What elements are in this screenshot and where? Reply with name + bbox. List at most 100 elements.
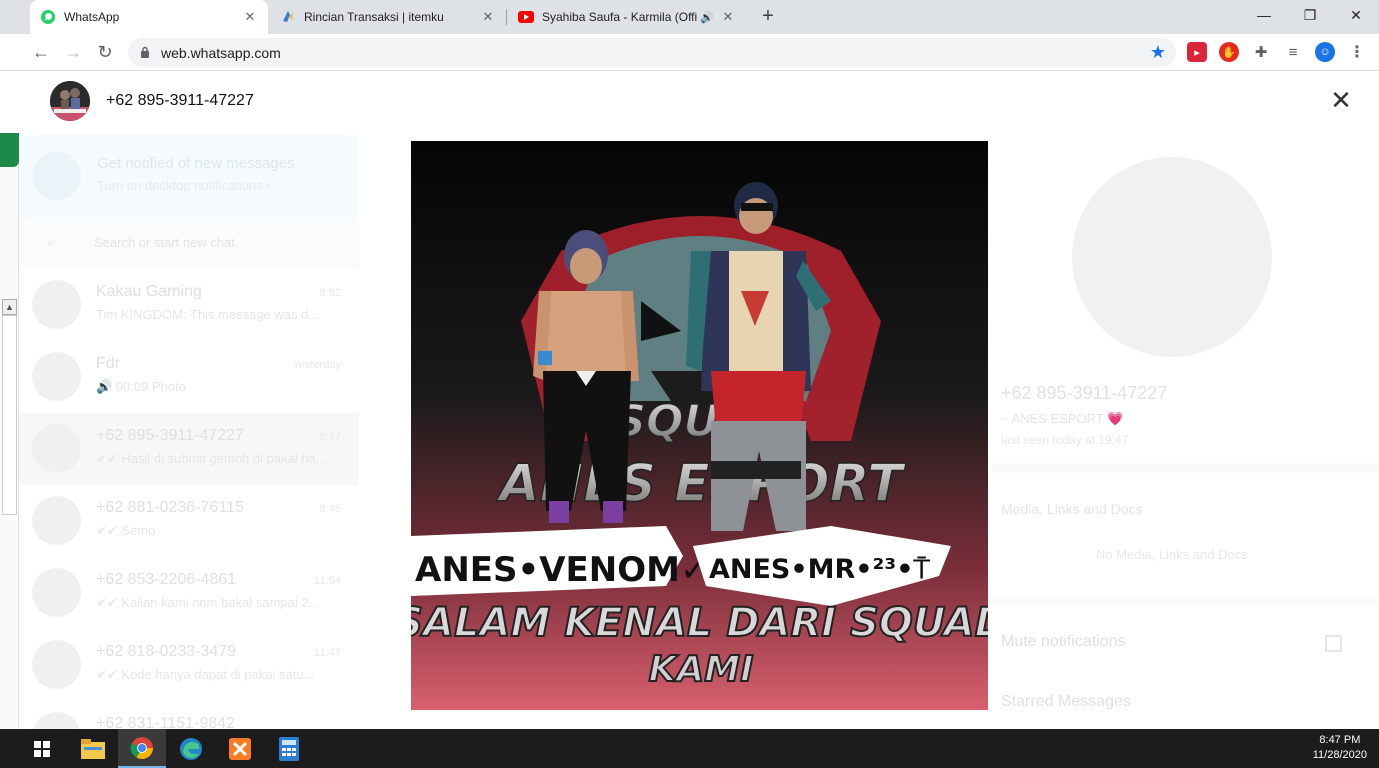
avatar <box>32 352 81 401</box>
chat-list-item[interactable]: +62 881-0236-76115 8:45 ✔✔ Semo <box>19 485 359 557</box>
contact-about: ~ ANES ESPORT 💗 <box>1001 411 1124 426</box>
chat-list-item[interactable]: +62 818-0233-3479 11:47 ✔✔ Kode hanya da… <box>19 629 359 701</box>
tab-close-icon[interactable]: ✕ <box>242 9 258 25</box>
file-explorer-icon[interactable] <box>69 729 117 768</box>
mute-notifications-label: Mute notifications <box>1001 633 1126 650</box>
video-ext-icon[interactable]: ▸ <box>1187 42 1207 62</box>
chat-preview: ✔✔ Kode hanya dapat di pakai satu... <box>96 667 315 682</box>
no-media-text: No Media, Links and Docs <box>1096 547 1248 562</box>
minimize-button[interactable]: — <box>1241 0 1287 30</box>
chat-name: +62 818-0233-3479 <box>96 643 237 660</box>
chat-list-item[interactable]: Fdr Yesterday 🔊 00:09 Photo <box>19 341 359 413</box>
lock-icon <box>141 46 149 58</box>
chat-name: Fdr <box>96 355 120 372</box>
search-placeholder: Search or start new chat <box>94 235 235 250</box>
poster-footer-line1: SALAM KENAL DARI SQUAD <box>411 600 988 646</box>
contact-info-panel: +62 895-3911-47227 ~ ANES ESPORT 💗 last … <box>991 135 1379 729</box>
restore-button[interactable]: ❐ <box>1287 0 1333 30</box>
last-seen: last seen today at 19:47 <box>1001 433 1129 447</box>
system-clock[interactable]: 8:47 PM 11/28/2020 <box>1313 733 1367 763</box>
search-icon: ⌕ <box>47 233 55 249</box>
xampp-icon[interactable] <box>216 729 264 768</box>
left-app-strip: ▲ <box>0 71 19 729</box>
scrollbar-track[interactable] <box>2 315 17 515</box>
chat-preview: ✔✔ Kalian kami nnm bakal sampai 2... <box>96 595 320 610</box>
bookmark-star-icon[interactable]: ★ <box>1150 42 1166 63</box>
avatar <box>32 280 81 329</box>
tab-separator <box>506 9 507 25</box>
windows-start-icon[interactable] <box>18 729 66 768</box>
clock-time: 8:47 PM <box>1319 734 1361 746</box>
notification-title: Get notified of new messages <box>97 155 295 172</box>
chat-list-item[interactable]: +62 831-1151-9842 <box>19 701 359 729</box>
chat-name: +62 895-3911-47227 <box>96 427 244 444</box>
browser-toolbar: ← → ↻ web.whatsapp.com ★ ▸ ✋ ✚ ≡ ☺ ⋮ <box>0 34 1379 71</box>
address-bar[interactable]: web.whatsapp.com ★ <box>128 38 1176 67</box>
media-viewer-header: +62 895-3911-47227 ✕ <box>0 71 1379 133</box>
chat-name: +62 831-1151-9842 <box>96 715 235 729</box>
chat-search[interactable]: ⌕ Search or start new chat <box>19 219 359 269</box>
calculator-icon[interactable] <box>265 729 313 768</box>
chat-name: +62 853-2206-4861 <box>96 571 237 588</box>
contact-avatar[interactable] <box>50 81 90 121</box>
reload-icon[interactable]: ↻ <box>92 39 118 65</box>
forward-arrow-icon[interactable]: → <box>60 39 86 65</box>
mute-checkbox[interactable] <box>1325 635 1342 652</box>
avatar <box>32 712 81 729</box>
back-arrow-icon[interactable]: ← <box>28 39 54 65</box>
chat-list-item-selected[interactable]: +62 895-3911-47227 8:47 ✔✔ Hasil di subm… <box>19 413 359 485</box>
divider <box>991 597 1379 607</box>
profile-avatar[interactable]: ☺ <box>1315 42 1335 62</box>
tab-close-icon[interactable]: ✕ <box>480 9 496 25</box>
poster-footer-line2: KAMI <box>649 649 754 690</box>
chat-preview: ✔✔ Semo <box>96 523 156 538</box>
window-close-button[interactable]: ✕ <box>1333 0 1379 30</box>
whatsapp-icon <box>40 9 56 25</box>
speaker-icon[interactable]: 🔊 <box>700 11 714 24</box>
chat-list-item[interactable]: +62 853-2206-4861 11:54 ✔✔ Kalian kami n… <box>19 557 359 629</box>
avatar <box>32 424 81 473</box>
adblock-icon[interactable]: ✋ <box>1219 42 1239 62</box>
bell-icon <box>33 152 81 200</box>
chat-preview: 🔊 00:09 Photo <box>96 379 186 394</box>
notification-banner[interactable]: Get notified of new messages Turn on des… <box>19 135 359 219</box>
itemku-icon <box>280 9 296 25</box>
chat-time: 8:47 <box>319 431 341 443</box>
tab-youtube[interactable]: Syahiba Saufa - Karmila (Offi 🔊 ✕ <box>508 0 746 34</box>
tab-title: WhatsApp <box>64 10 120 24</box>
windows-taskbar: 8:47 PM 11/28/2020 <box>0 729 1379 768</box>
chat-list-item[interactable]: Kakau Gaming 8:52 Tim KINGDOM: This mess… <box>19 269 359 341</box>
media-links-docs[interactable]: Media, Links and Docs <box>1001 501 1143 517</box>
scroll-up-button[interactable]: ▲ <box>2 299 17 315</box>
chat-time: 8:45 <box>319 503 341 515</box>
divider <box>991 463 1379 473</box>
edge-icon[interactable] <box>167 729 215 768</box>
tab-close-icon[interactable]: ✕ <box>720 9 736 25</box>
chat-preview: Tim KINGDOM: This message was d... <box>96 307 320 322</box>
new-tab-button[interactable]: + <box>757 5 779 27</box>
tab-title: Syahiba Saufa - Karmila (Offi <box>542 10 698 24</box>
player-name-left: ANES•VENOM✓ <box>415 550 708 590</box>
chat-time: 11:47 <box>314 647 341 659</box>
media-image[interactable]: SQUAD ANES ESPORT ANES•VENOM✓ ANES•MR•²³… <box>411 141 988 710</box>
extensions-puzzle-icon[interactable]: ✚ <box>1251 42 1271 62</box>
close-icon[interactable]: ✕ <box>1328 87 1354 113</box>
menu-kebab-icon[interactable]: ⋮ <box>1347 42 1367 62</box>
contact-number: +62 895-3911-47227 <box>106 92 254 109</box>
contact-profile-photo[interactable] <box>1072 157 1272 357</box>
chat-preview: ✔✔ Hasil di submit gemoh di pakai ha... <box>96 451 327 466</box>
squad-poster-image: SQUAD ANES ESPORT ANES•VENOM✓ ANES•MR•²³… <box>411 141 988 710</box>
whatsapp-page: ▲ Get notified of new messages Turn on d… <box>0 71 1379 729</box>
media-control-icon[interactable]: ≡ <box>1283 42 1303 62</box>
avatar <box>32 568 81 617</box>
tab-title: Rincian Transaksi | itemku <box>304 10 444 24</box>
notification-subtitle[interactable]: Turn on desktop notifications › <box>97 178 271 193</box>
youtube-icon <box>518 9 534 25</box>
starred-messages[interactable]: Starred Messages <box>1001 693 1131 711</box>
chat-time: Yesterday <box>292 359 341 371</box>
tab-itemku[interactable]: Rincian Transaksi | itemku ✕ <box>270 0 506 34</box>
url-text: web.whatsapp.com <box>161 45 281 61</box>
tab-whatsapp[interactable]: WhatsApp ✕ <box>30 0 268 34</box>
chat-name: Kakau Gaming <box>96 283 202 300</box>
chrome-icon[interactable] <box>118 729 166 768</box>
